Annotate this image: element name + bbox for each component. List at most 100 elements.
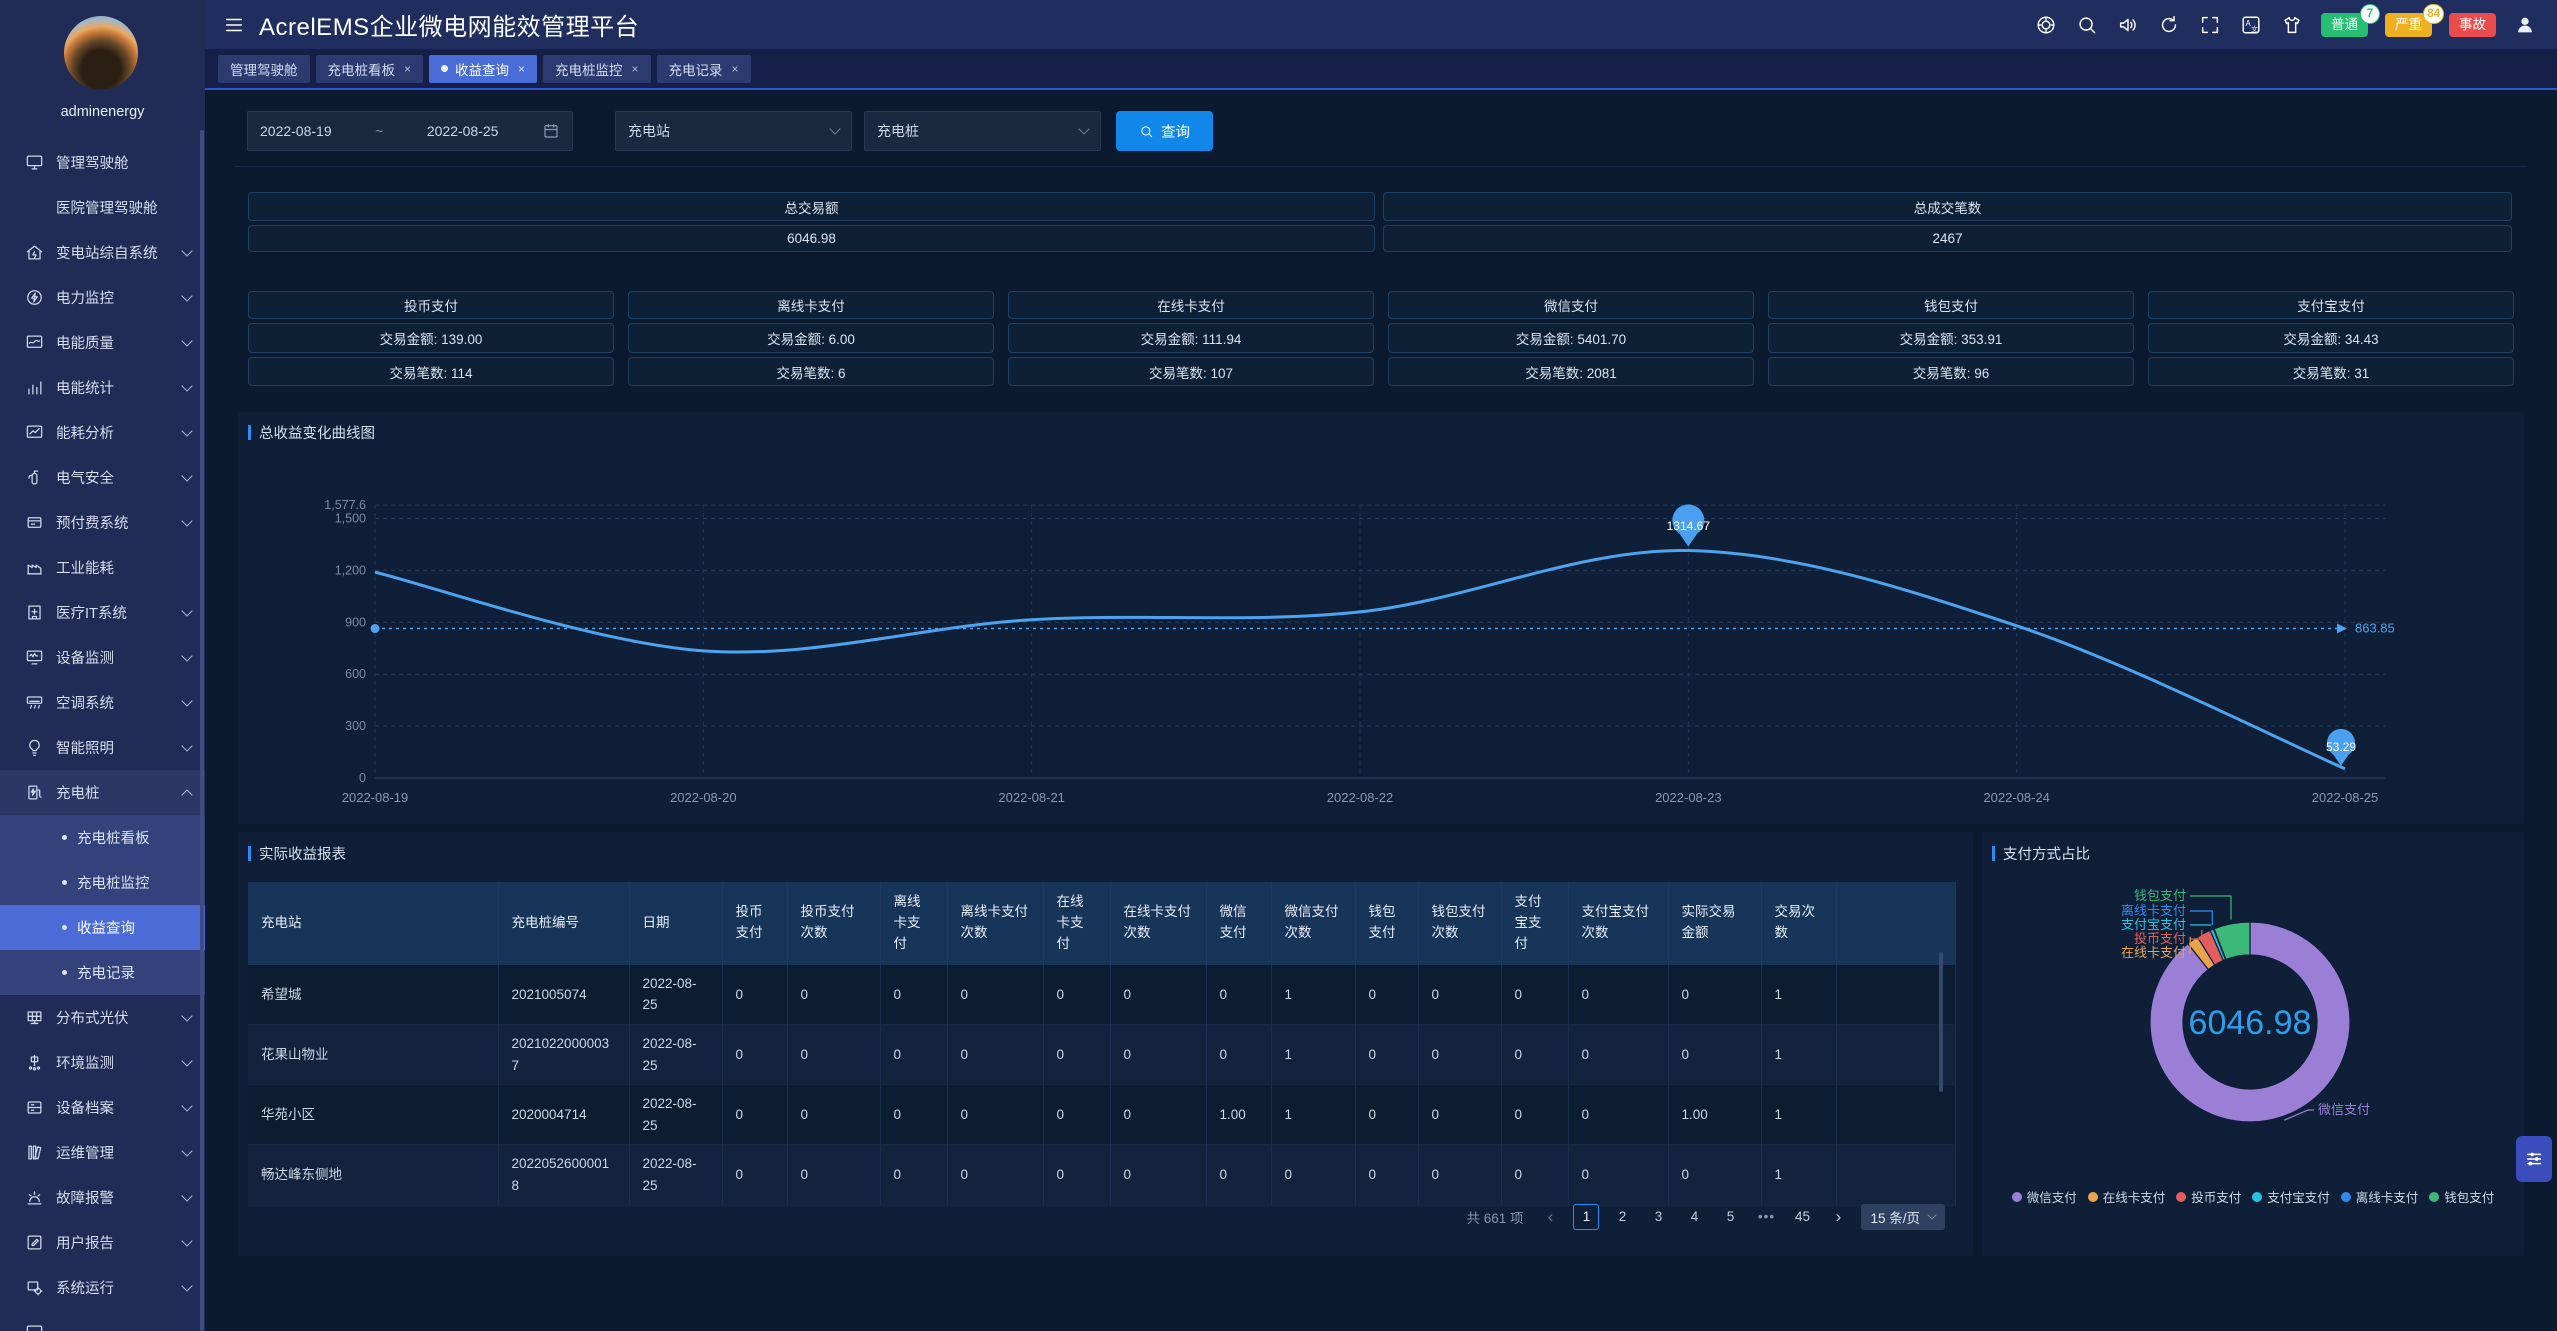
- sidebar-item-医疗IT系统[interactable]: 医疗IT系统: [0, 590, 205, 635]
- table-scrollbar[interactable]: [1939, 952, 1943, 1092]
- tab-收益查询[interactable]: 收益查询×: [429, 55, 537, 83]
- translate-icon[interactable]: A文: [2239, 13, 2263, 37]
- table-cell: 0: [722, 1024, 787, 1084]
- table-cell: 0: [880, 1145, 947, 1205]
- sidebar-item-工业能耗[interactable]: 工业能耗: [0, 545, 205, 590]
- user-icon[interactable]: [2513, 13, 2537, 37]
- chevron-down-icon: [181, 335, 192, 346]
- legend-item-支付宝支付[interactable]: 支付宝支付: [2252, 1187, 2330, 1206]
- date-end[interactable]: 2022-08-25: [427, 123, 499, 139]
- alarm-badge-普通[interactable]: 普通7: [2321, 13, 2368, 37]
- sidebar-item-预付费系统[interactable]: 预付费系统: [0, 500, 205, 545]
- svg-text:微信支付: 微信支付: [2318, 1102, 2370, 1117]
- query-button[interactable]: 查询: [1116, 111, 1213, 151]
- sidebar-item-电能质量[interactable]: 电能质量: [0, 320, 205, 365]
- tab-充电桩监控[interactable]: 充电桩监控×: [543, 55, 651, 83]
- tab-close-icon[interactable]: ×: [518, 62, 525, 76]
- sidebar-item-电气安全[interactable]: 电气安全: [0, 455, 205, 500]
- theme-icon[interactable]: [2280, 13, 2304, 37]
- hamburger-icon[interactable]: [223, 14, 245, 36]
- sidebar-item-设备监测[interactable]: 设备监测: [0, 635, 205, 680]
- legend-item-离线卡支付[interactable]: 离线卡支付: [2341, 1187, 2419, 1206]
- sidebar-item-环境监测[interactable]: 环境监测: [0, 1040, 205, 1085]
- table-cell: 1: [1271, 965, 1355, 1025]
- sidebar-item-电能统计[interactable]: 电能统计: [0, 365, 205, 410]
- svg-text:1314.67: 1314.67: [1667, 519, 1711, 533]
- sidebar-item-管理驾驶舱[interactable]: 管理驾驶舱: [0, 140, 205, 185]
- sidebar-item-分布式光伏[interactable]: 分布式光伏: [0, 995, 205, 1040]
- sidebar-item-电力监控[interactable]: 电力监控: [0, 275, 205, 320]
- tab-管理驾驶舱[interactable]: 管理驾驶舱: [218, 55, 310, 83]
- pagination-page-5[interactable]: 5: [1717, 1204, 1743, 1230]
- table-cell: 2022-08-25: [629, 1024, 722, 1084]
- platform-icon[interactable]: [2034, 13, 2058, 37]
- pagination-page-2[interactable]: 2: [1609, 1204, 1635, 1230]
- pagination-page-45[interactable]: 45: [1789, 1204, 1815, 1230]
- chart-settings-button[interactable]: [2516, 1136, 2552, 1182]
- refresh-icon[interactable]: [2157, 13, 2181, 37]
- prepaid-card-icon: [24, 513, 44, 533]
- date-start[interactable]: 2022-08-19: [260, 123, 332, 139]
- table-row[interactable]: 华苑小区20200047142022-08-250000001.00100001…: [248, 1085, 1955, 1145]
- sidebar-item-clipped[interactable]: [0, 1310, 205, 1331]
- svg-text:1,577.6: 1,577.6: [324, 498, 366, 512]
- tab-充电桩看板[interactable]: 充电桩看板×: [316, 55, 424, 83]
- tab-close-icon[interactable]: ×: [732, 62, 739, 76]
- sidebar-item-运维管理[interactable]: 运维管理: [0, 1130, 205, 1175]
- tab-close-icon[interactable]: ×: [632, 62, 639, 76]
- pagination-next[interactable]: ›: [1825, 1204, 1851, 1230]
- sidebar-item-医院管理驾驶舱[interactable]: 医院管理驾驶舱: [0, 185, 205, 230]
- page-size-select[interactable]: 15 条/页: [1861, 1204, 1945, 1230]
- alarm-badge-事故[interactable]: 事故: [2449, 13, 2496, 37]
- fullscreen-icon[interactable]: [2198, 13, 2222, 37]
- sidebar-scrollbar[interactable]: [200, 130, 204, 1331]
- donut-chart[interactable]: 6046.98钱包支付离线卡支付支付宝支付投币支付在线卡支付微信支付: [1982, 832, 2524, 1184]
- pay-card-amount: 交易金额: 111.94: [1008, 323, 1374, 353]
- sidebar-item-空调系统[interactable]: 空调系统: [0, 680, 205, 725]
- sound-icon[interactable]: [2116, 13, 2140, 37]
- sidebar-item-用户报告[interactable]: 用户报告: [0, 1220, 205, 1265]
- title-bar: [248, 846, 251, 861]
- sidebar-item-设备档案[interactable]: 设备档案: [0, 1085, 205, 1130]
- legend-item-在线卡支付[interactable]: 在线卡支付: [2088, 1187, 2166, 1206]
- svg-text:900: 900: [345, 615, 366, 629]
- alarm-badge-严重[interactable]: 严重84: [2385, 13, 2432, 37]
- sidebar-item-故障报警[interactable]: 故障报警: [0, 1175, 205, 1220]
- solar-panel-icon: [24, 1008, 44, 1028]
- pagination-page-1[interactable]: 1: [1573, 1204, 1599, 1230]
- sidebar-item-能耗分析[interactable]: 能耗分析: [0, 410, 205, 455]
- table-cell: 0: [1501, 1085, 1568, 1145]
- date-range-input[interactable]: 2022-08-19 ~ 2022-08-25: [247, 111, 573, 151]
- legend-item-微信支付[interactable]: 微信支付: [2012, 1187, 2077, 1206]
- table-cell: 0: [1355, 965, 1418, 1025]
- table-cell: 0: [787, 1085, 880, 1145]
- pile-select[interactable]: 充电桩: [864, 111, 1101, 151]
- avatar[interactable]: [64, 16, 138, 90]
- sidebar-item-变电站综自系统[interactable]: 变电站综自系统: [0, 230, 205, 275]
- line-chart[interactable]: 03006009001,2001,5001,577.62022-08-19202…: [238, 412, 2524, 824]
- legend-item-投币支付[interactable]: 投币支付: [2176, 1187, 2241, 1206]
- sidebar-subitem-收益查询[interactable]: 收益查询: [0, 905, 205, 950]
- table-row[interactable]: 花果山物业202102200000372022-08-2500000001000…: [248, 1024, 1955, 1084]
- tab-充电记录[interactable]: 充电记录×: [657, 55, 751, 83]
- pagination-prev[interactable]: ‹: [1537, 1204, 1563, 1230]
- column-header-离线卡支付: 离线卡支付: [880, 882, 947, 965]
- sidebar-item-智能照明[interactable]: 智能照明: [0, 725, 205, 770]
- legend-item-钱包支付[interactable]: 钱包支付: [2429, 1187, 2494, 1206]
- sidebar-item-系统运行[interactable]: 系统运行: [0, 1265, 205, 1310]
- table-cell: 0: [880, 1085, 947, 1145]
- system-gear-icon: [24, 1278, 44, 1298]
- sidebar-item-充电桩[interactable]: 充电桩: [0, 770, 205, 815]
- sidebar-subitem-充电记录[interactable]: 充电记录: [0, 950, 205, 995]
- pagination-page-4[interactable]: 4: [1681, 1204, 1707, 1230]
- table-row[interactable]: 畅达峰东侧地202205260000182022-08-250000000000…: [248, 1145, 1955, 1205]
- station-select[interactable]: 充电站: [615, 111, 852, 151]
- pagination-page-3[interactable]: 3: [1645, 1204, 1671, 1230]
- search-icon[interactable]: [2075, 13, 2099, 37]
- table-row[interactable]: 希望城20210050742022-08-2500000001000001: [248, 965, 1955, 1025]
- sidebar-subitem-充电桩看板[interactable]: 充电桩看板: [0, 815, 205, 860]
- sidebar-item-label: 预付费系统: [56, 512, 183, 533]
- legend-label: 支付宝支付: [2267, 1187, 2330, 1206]
- tab-close-icon[interactable]: ×: [404, 62, 411, 76]
- sidebar-subitem-充电桩监控[interactable]: 充电桩监控: [0, 860, 205, 905]
